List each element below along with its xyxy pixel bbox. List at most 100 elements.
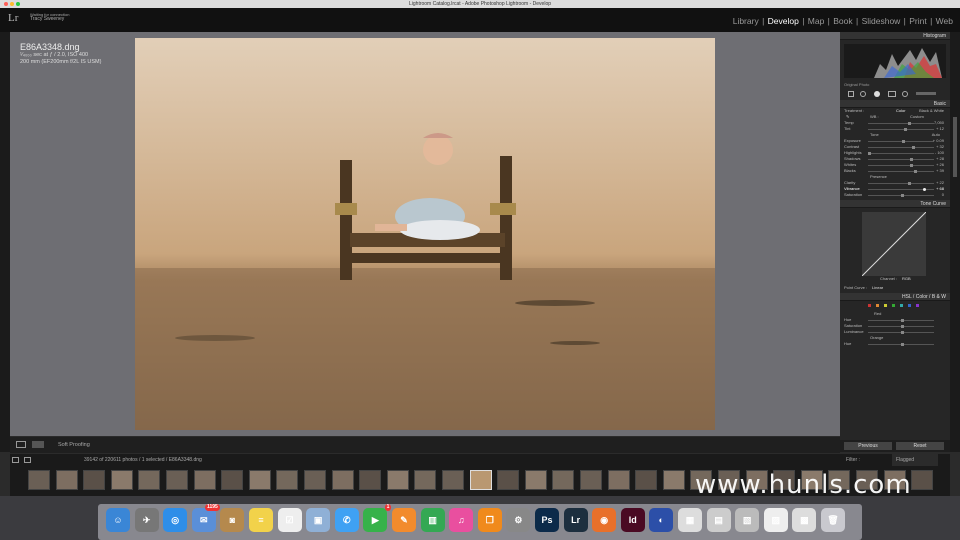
- filmstrip-thumbnail[interactable]: [911, 470, 934, 490]
- photo-booth-icon[interactable]: ◐: [649, 508, 674, 532]
- slider-knob[interactable]: [901, 343, 904, 346]
- filmstrip-thumbnail[interactable]: [552, 470, 575, 490]
- filmstrip-thumbnail[interactable]: [276, 470, 299, 490]
- facetime-icon[interactable]: ▶ 1: [363, 504, 392, 532]
- slider-orange-hue[interactable]: Hue: [840, 341, 950, 347]
- trash-icon[interactable]: 🗑: [821, 508, 845, 532]
- filmstrip-thumbnail[interactable]: [607, 470, 630, 490]
- module-print[interactable]: Print: [909, 16, 926, 26]
- filmstrip-info[interactable]: 39142 of 220611 photos / 1 selected / E8…: [84, 454, 202, 466]
- slider-knob[interactable]: [904, 128, 908, 131]
- filmstrip-thumbnail[interactable]: [248, 470, 271, 490]
- ibooks-icon[interactable]: ❒: [477, 508, 502, 532]
- filmstrip-thumbnail[interactable]: [83, 470, 106, 490]
- filmstrip-thumbnail[interactable]: [28, 470, 50, 490]
- filmstrip-thumbnail[interactable]: [331, 470, 354, 490]
- filmstrip-thumbnail[interactable]: [442, 470, 464, 490]
- module-slideshow[interactable]: Slideshow: [862, 16, 901, 26]
- numbers-icon[interactable]: ▥: [420, 508, 445, 532]
- filmstrip-thumbnail[interactable]: [414, 470, 437, 490]
- slider-value[interactable]: 0: [942, 192, 944, 198]
- swatch-orange[interactable]: [876, 304, 879, 307]
- swatch-blue[interactable]: [908, 304, 911, 307]
- previous-button[interactable]: Previous: [844, 442, 892, 450]
- reset-button[interactable]: Reset: [896, 442, 944, 450]
- swatch-yellow[interactable]: [884, 304, 887, 307]
- slider-knob[interactable]: [901, 194, 904, 197]
- slider-knob[interactable]: [901, 325, 904, 328]
- filmstrip-thumbnail[interactable]: [662, 470, 685, 490]
- itunes-icon[interactable]: ♫: [449, 508, 474, 532]
- tone-curve-graph[interactable]: [861, 211, 927, 277]
- point-curve-dropdown[interactable]: Linear: [872, 285, 883, 291]
- filmstrip-thumbnail[interactable]: [386, 470, 409, 490]
- spot-removal-icon[interactable]: [860, 91, 866, 97]
- slider-knob[interactable]: [909, 164, 913, 167]
- reminders-icon[interactable]: ☑: [277, 508, 302, 532]
- filter-dropdown[interactable]: Flagged: [892, 454, 938, 466]
- filmstrip-thumbnail[interactable]: [110, 470, 133, 490]
- left-panel-collapsed[interactable]: [0, 32, 10, 452]
- filmstrip-thumbnail[interactable]: [635, 470, 658, 490]
- channel-dropdown[interactable]: RGB: [902, 276, 911, 282]
- photoshop-icon[interactable]: Ps: [535, 508, 559, 532]
- module-web[interactable]: Web: [936, 16, 953, 26]
- module-develop[interactable]: Develop: [768, 16, 799, 26]
- hsl-header[interactable]: HSL / Color / B & W: [840, 293, 950, 301]
- slider-knob[interactable]: [901, 319, 904, 322]
- recent-docs-icon[interactable]: ▨: [763, 508, 788, 532]
- files-icon[interactable]: ▩: [792, 508, 817, 532]
- swatch-aqua[interactable]: [900, 304, 903, 307]
- slider-knob[interactable]: [914, 170, 918, 173]
- documents-folder-icon[interactable]: ▤: [706, 508, 731, 532]
- module-library[interactable]: Library: [733, 16, 759, 26]
- grid-view-icon[interactable]: [12, 457, 19, 463]
- scrollbar-thumb[interactable]: [953, 117, 957, 177]
- filmstrip-thumbnail[interactable]: [359, 470, 382, 490]
- safari-icon[interactable]: ◎: [163, 508, 188, 532]
- slider-knob[interactable]: [910, 158, 914, 161]
- minimize-window-icon[interactable]: [10, 2, 14, 6]
- radial-filter-icon[interactable]: [902, 91, 908, 97]
- slider-knob[interactable]: [908, 182, 912, 185]
- main-photo[interactable]: [135, 38, 715, 430]
- red-eye-icon[interactable]: [874, 91, 880, 97]
- loupe-view-icon[interactable]: [16, 441, 26, 448]
- second-window-icon[interactable]: [24, 457, 31, 463]
- adjustment-brush-icon[interactable]: [916, 92, 936, 95]
- slider-knob[interactable]: [901, 331, 904, 334]
- filmstrip-thumbnail[interactable]: [497, 470, 520, 490]
- slider-knob[interactable]: [907, 122, 911, 125]
- soft-proofing-checkbox[interactable]: Soft Proofing: [58, 442, 90, 448]
- contacts-icon[interactable]: ◙: [220, 508, 245, 532]
- filmstrip-thumbnail[interactable]: [221, 470, 244, 490]
- close-window-icon[interactable]: [4, 2, 8, 6]
- indesign-icon[interactable]: Id: [620, 508, 645, 532]
- right-panel-scrollbar[interactable]: [950, 32, 960, 452]
- notes-icon[interactable]: ≡: [249, 508, 273, 532]
- zoom-window-icon[interactable]: [16, 2, 20, 6]
- preview-icon[interactable]: ▣: [306, 508, 331, 532]
- slider-knob[interactable]: [902, 140, 906, 143]
- before-after-icon[interactable]: [32, 441, 44, 448]
- system-preferences-icon[interactable]: ⚙: [506, 508, 531, 532]
- basic-header[interactable]: Basic: [840, 100, 950, 108]
- filmstrip-thumbnail[interactable]: [469, 470, 492, 490]
- swatch-red[interactable]: [868, 304, 871, 307]
- mail-icon[interactable]: ✉ 1195: [191, 504, 220, 532]
- slider-knob[interactable]: [911, 146, 915, 149]
- module-map[interactable]: Map: [808, 16, 825, 26]
- finder-icon[interactable]: ☺: [106, 508, 130, 532]
- filmstrip-thumbnail[interactable]: [580, 470, 602, 490]
- tone-curve-header[interactable]: Tone Curve: [840, 200, 950, 208]
- module-book[interactable]: Book: [833, 16, 852, 26]
- firefox-icon[interactable]: ◉: [592, 508, 617, 532]
- filmstrip-thumbnail[interactable]: [193, 470, 216, 490]
- filmstrip-thumbnail[interactable]: [304, 470, 326, 490]
- stack-icon[interactable]: ▧: [735, 508, 760, 532]
- slider-knob[interactable]: [868, 152, 871, 155]
- swatch-purple[interactable]: [916, 304, 919, 307]
- histogram-header[interactable]: Histogram: [840, 32, 950, 40]
- crop-tool-icon[interactable]: [848, 91, 854, 97]
- downloads-folder-icon[interactable]: ▦: [678, 508, 702, 532]
